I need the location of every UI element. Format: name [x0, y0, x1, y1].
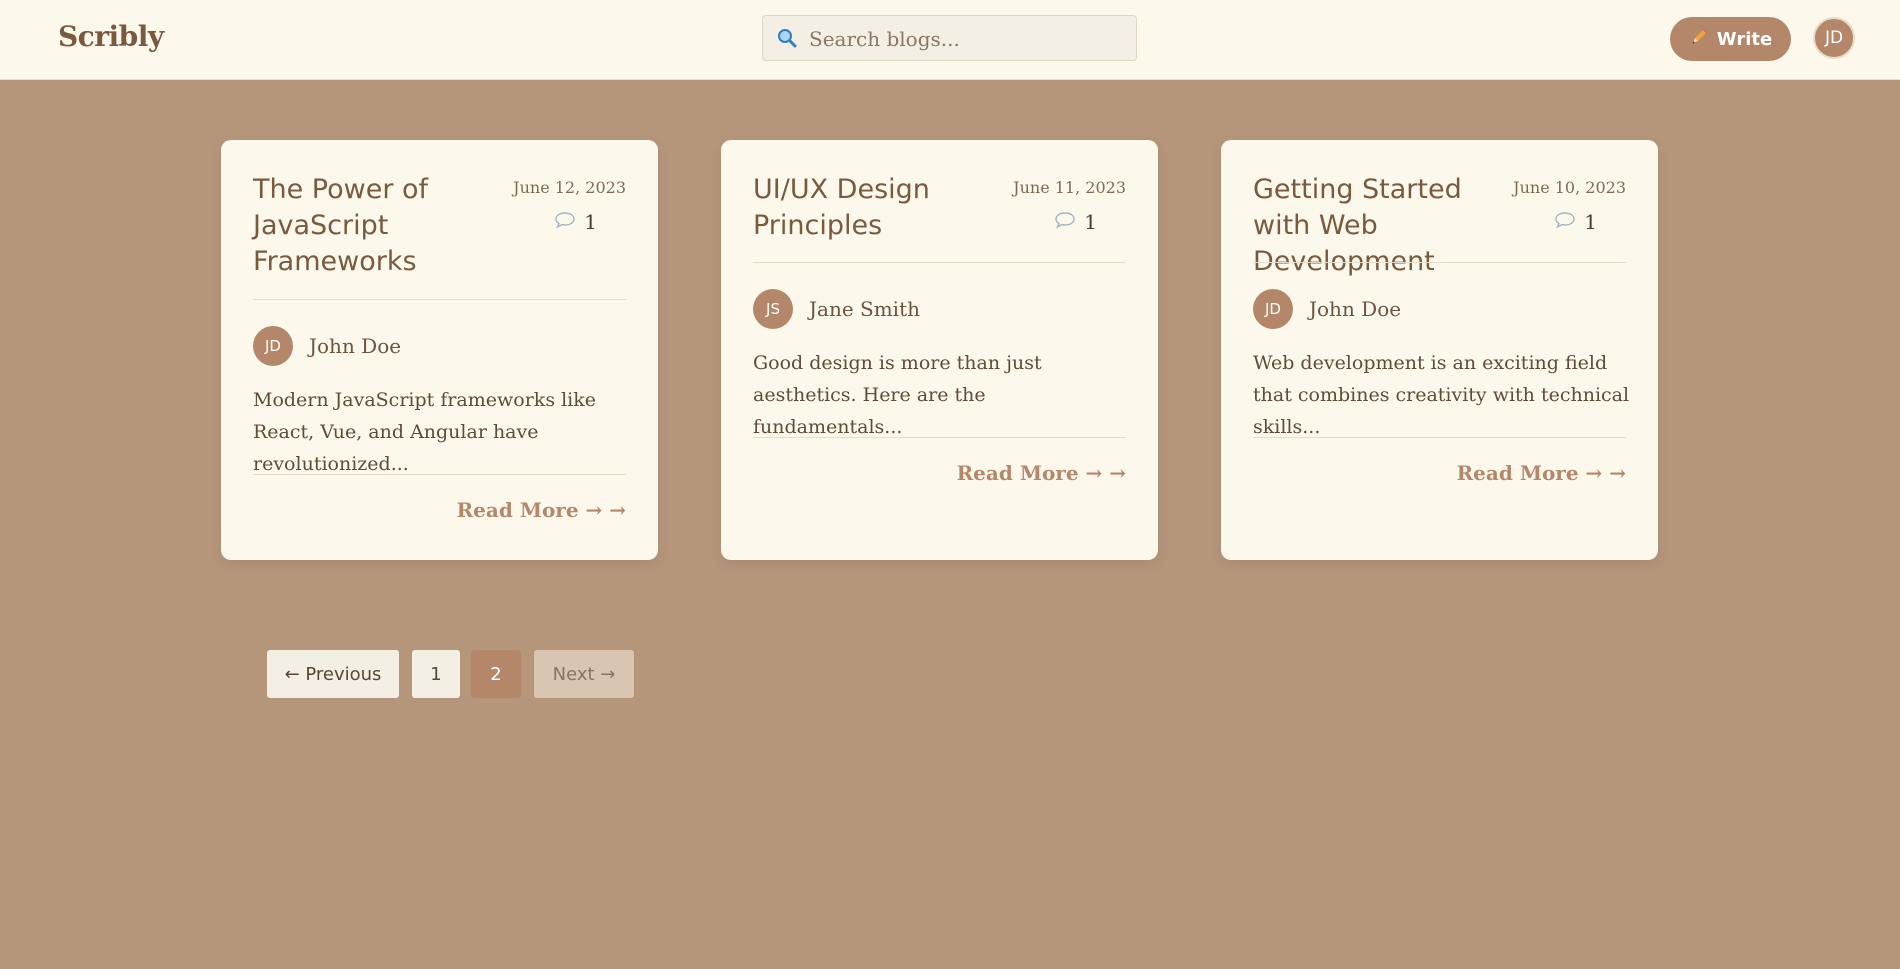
- read-more-link[interactable]: Read More → →: [1457, 461, 1626, 485]
- post-author: JD John Doe: [253, 326, 401, 366]
- card-divider: [1253, 437, 1626, 438]
- post-title[interactable]: Getting Started with Web Development: [1253, 172, 1523, 280]
- search-box[interactable]: [762, 15, 1137, 62]
- post-author: JD John Doe: [1253, 289, 1401, 329]
- post-excerpt: Modern JavaScript frameworks like React,…: [253, 389, 597, 475]
- author-avatar: JD: [1253, 289, 1293, 329]
- post-author: JS Jane Smith: [753, 289, 920, 329]
- author-avatar: JD: [253, 326, 293, 366]
- read-more-link[interactable]: Read More → →: [957, 461, 1126, 485]
- comment-count-value: 1: [1084, 210, 1097, 234]
- top-navbar: Scribly Write JD: [0, 0, 1900, 80]
- page-2-button-current[interactable]: 2: [471, 650, 521, 698]
- page-1-button[interactable]: 1: [412, 650, 460, 698]
- post-excerpt: Good design is more than just aesthetics…: [753, 352, 1042, 438]
- post-card[interactable]: UI/UX Design Principles June 11, 2023 1 …: [721, 140, 1158, 560]
- card-divider: [253, 299, 626, 300]
- post-card[interactable]: The Power of JavaScript Frameworks June …: [221, 140, 658, 560]
- pencil-icon: [1689, 27, 1709, 52]
- write-button-label: Write: [1716, 28, 1773, 50]
- post-date: June 12, 2023: [513, 178, 626, 197]
- post-date: June 11, 2023: [1013, 178, 1126, 197]
- write-button[interactable]: Write: [1670, 17, 1791, 61]
- search-icon: [777, 28, 797, 52]
- brand-logo[interactable]: Scribly: [58, 20, 164, 53]
- read-more-link[interactable]: Read More → →: [457, 498, 626, 522]
- author-name: Jane Smith: [809, 297, 920, 321]
- comment-count: 1: [554, 210, 597, 234]
- comment-bubble-icon: [1554, 210, 1576, 234]
- search-input[interactable]: [807, 16, 1131, 62]
- card-divider: [753, 437, 1126, 438]
- post-card[interactable]: Getting Started with Web Development Jun…: [1221, 140, 1658, 560]
- card-divider: [1253, 262, 1626, 263]
- card-divider: [253, 474, 626, 475]
- user-avatar[interactable]: JD: [1813, 17, 1855, 59]
- author-name: John Doe: [309, 334, 402, 358]
- comment-count: 1: [1554, 210, 1597, 234]
- post-title[interactable]: The Power of JavaScript Frameworks: [253, 172, 523, 280]
- next-page-button[interactable]: Next →: [534, 650, 634, 698]
- comment-count-value: 1: [1584, 210, 1597, 234]
- comment-count: 1: [1054, 210, 1097, 234]
- post-excerpt: Web development is an exciting field tha…: [1253, 352, 1630, 438]
- comment-bubble-icon: [1054, 210, 1076, 234]
- previous-page-button[interactable]: ← Previous: [267, 650, 399, 698]
- author-avatar: JS: [753, 289, 793, 329]
- post-date: June 10, 2023: [1513, 178, 1626, 197]
- comment-bubble-icon: [554, 210, 576, 234]
- post-title[interactable]: UI/UX Design Principles: [753, 172, 993, 244]
- card-divider: [753, 262, 1126, 263]
- comment-count-value: 1: [584, 210, 597, 234]
- author-name: John Doe: [1309, 297, 1402, 321]
